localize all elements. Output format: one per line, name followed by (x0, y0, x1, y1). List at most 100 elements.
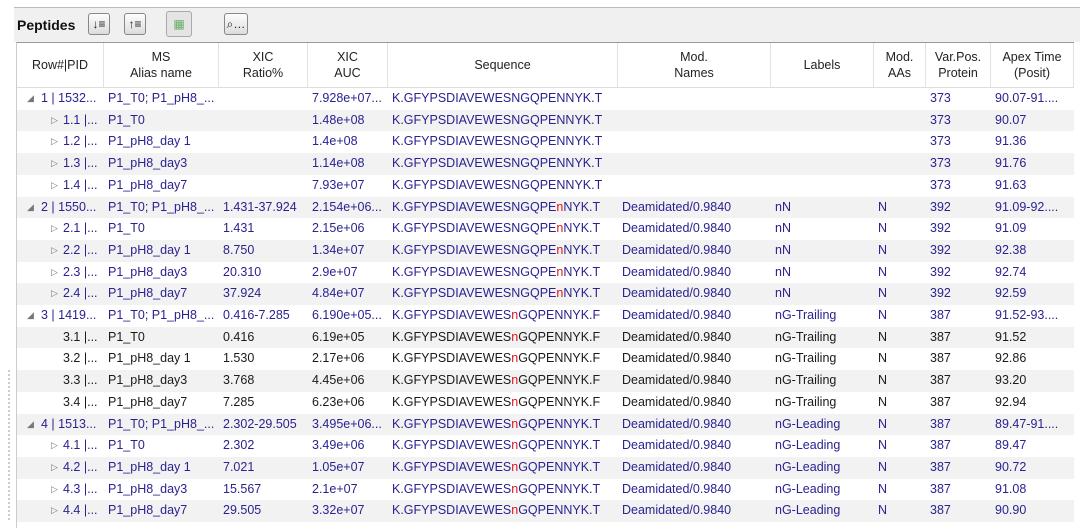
sequence-part: GQPENNYK.T (518, 438, 601, 453)
cell-mod-names: Deamidated/0.9840 (622, 481, 732, 496)
cell-xic-auc: 7.93e+07 (312, 177, 365, 192)
peptide-child-row[interactable]: ▷ 2.4 |... P1_pH8_day7 37.924 4.84e+07 K.GFYP… (17, 283, 1074, 305)
column-header-var-pos-protein[interactable]: Var.Pos. Protein (926, 43, 991, 87)
spreadsheet-icon: ▦ (173, 17, 185, 31)
sequence-part: K.GFYPSDIAVEWESNGQPENNYK.T (392, 91, 603, 105)
cell-xic-auc: 1.34e+07 (312, 242, 365, 257)
cell-row-pid: 3.2 |... (63, 351, 98, 366)
column-header-sequence[interactable]: Sequence (388, 43, 618, 87)
cell-labels: nN (775, 199, 791, 214)
cell-ms-alias-name: P1_pH8_day 1 (108, 134, 191, 149)
cell-xic-auc: 3.495e+06... (312, 416, 382, 431)
expand-arrow-icon[interactable]: ▷ (51, 500, 58, 522)
table-header: Row#|PID MS Alias name XIC Ratio% XIC AUC Se… (17, 43, 1074, 88)
cell-row-pid: 4.4 |... (63, 503, 98, 518)
cell-mod-aas: N (878, 199, 888, 214)
column-header-labels[interactable]: Labels (771, 43, 874, 87)
peptides-table: Row#|PID MS Alias name XIC Ratio% XIC AUC Se… (16, 42, 1074, 528)
cell-row-pid: 3.3 |... (63, 373, 98, 388)
cell-ms-alias-name: P1_pH8_day7 (108, 286, 188, 301)
column-header-ms-alias-name[interactable]: MS Alias name (104, 43, 219, 87)
cell-mod-aas: N (878, 308, 888, 322)
column-header-xic-ratio[interactable]: XIC Ratio% (219, 43, 308, 87)
export-button[interactable]: ▦ (166, 11, 192, 37)
cell-ms-alias-name: P1_pH8_day7 (108, 177, 188, 192)
peptide-child-row[interactable]: ▷ 1.3 |... P1_pH8_day3 1.14e+08 K.GFYPSDIAVE… (17, 153, 1074, 175)
collapse-arrow-icon[interactable]: ◢ (27, 305, 34, 327)
column-header-xic-auc[interactable]: XIC AUC (308, 43, 388, 87)
column-header-row-pid[interactable]: Row#|PID (17, 43, 104, 87)
cell-xic-ratio: 20.310 (223, 264, 262, 279)
peptide-child-row[interactable]: ▷ 2.3 |... P1_pH8_day3 20.310 2.9e+07 K.GFYPS… (17, 262, 1074, 284)
cell-sequence: K.GFYPSDIAVEWESnGQPENNYK.T (392, 435, 600, 457)
expand-arrow-icon[interactable]: ▷ (51, 435, 58, 457)
cell-mod-aas: N (878, 373, 888, 388)
peptide-group-row[interactable]: ◢ 3 | 1419... P1_T0; P1_pH8_... 0.416-7.285… (17, 305, 1074, 327)
peptide-child-row[interactable]: ▷ 1.4 |... P1_pH8_day7 7.93e+07 K.GFYPSDIAVE… (17, 175, 1074, 197)
collapse-arrow-icon[interactable]: ◢ (27, 414, 34, 436)
sequence-part: K.GFYPSDIAVEWES (392, 329, 512, 344)
peptide-child-row[interactable]: 3.1 |... P1_T0 0.416 6.19e+05 K.GFYPSDIAVEWE… (17, 326, 1074, 349)
cell-labels: nN (775, 264, 791, 279)
peptide-child-row[interactable]: ▷ 4.4 |... P1_pH8_day7 29.505 3.32e+07 K.GFYP… (17, 500, 1074, 522)
collapse-all-button[interactable]: ↑≡ (124, 13, 146, 35)
sequence-part: K.GFYPSDIAVEWES (392, 416, 512, 431)
column-header-mod-names[interactable]: Mod. Names (618, 43, 771, 87)
expand-arrow-icon[interactable]: ▷ (51, 110, 58, 132)
expand-arrow-icon[interactable]: ▷ (51, 240, 58, 262)
peptide-group-row[interactable]: ◢ 1 | 1532... P1_T0; P1_pH8_... 7.928e+07..… (17, 88, 1074, 110)
cell-var-pos-protein: 373 (930, 156, 951, 171)
expand-arrow-icon[interactable]: ▷ (51, 479, 58, 501)
cell-sequence: K.GFYPSDIAVEWESNGQPENNYK.T (392, 175, 602, 197)
peptide-child-row[interactable]: 3.3 |... P1_pH8_day3 3.768 4.45e+06 K.GFYPSD… (17, 370, 1074, 392)
sequence-part: GQPENNYK.T (518, 416, 601, 431)
cell-labels: nG-Leading (775, 438, 841, 453)
cell-labels: nG-Leading (775, 416, 841, 431)
peptide-child-row[interactable]: ▷ 4.2 |... P1_pH8_day 1 7.021 1.05e+07 K.GFYP… (17, 456, 1074, 479)
expand-arrow-icon[interactable]: ▷ (51, 283, 58, 305)
cell-mod-names: Deamidated/0.9840 (622, 503, 732, 518)
peptide-child-row[interactable]: 3.4 |... P1_pH8_day7 7.285 6.23e+06 K.GFYPSD… (17, 392, 1074, 414)
splitter-handle[interactable] (8, 370, 12, 520)
cell-sequence: K.GFYPSDIAVEWESNGQPEnNYK.T (392, 240, 600, 262)
expand-all-button[interactable]: ↓≡ (88, 13, 110, 35)
expand-arrow-icon[interactable]: ▷ (51, 153, 58, 175)
cell-mod-aas: N (878, 351, 888, 366)
peptide-group-row[interactable]: ◢ 4 | 1513... P1_T0; P1_pH8_... 2.302-29.50… (17, 413, 1074, 436)
peptide-group-row[interactable]: ◢ 2 | 1550... P1_T0; P1_pH8_... 1.431-37.92… (17, 196, 1074, 219)
cell-sequence: K.GFYPSDIAVEWESNGQPEnNYK.T (392, 197, 600, 219)
peptide-child-row[interactable]: ▷ 2.2 |... P1_pH8_day 1 8.750 1.34e+07 K.GFYP… (17, 239, 1074, 262)
cell-var-pos-protein: 373 (930, 177, 951, 192)
cell-mod-aas: N (878, 221, 888, 236)
sequence-part: K.GFYPSDIAVEWESNGQPENNYK.T (392, 177, 603, 192)
find-button[interactable]: ⌕… (224, 13, 248, 35)
cell-xic-auc: 1.4e+08 (312, 134, 358, 149)
expand-arrow-icon[interactable]: ▷ (51, 262, 58, 284)
cell-xic-auc: 2.17e+06 (312, 351, 365, 366)
peptides-toolbar: Peptides ↓≡ ↑≡ ▦ ⌕… (14, 8, 1080, 42)
peptide-child-row[interactable]: ▷ 4.3 |... P1_pH8_day3 15.567 2.1e+07 K.GFYPS… (17, 479, 1074, 501)
cell-labels: nG-Leading (775, 459, 841, 474)
column-header-apex-time[interactable]: Apex Time (Posit) (991, 43, 1074, 87)
peptide-child-row[interactable]: 3.2 |... P1_pH8_day 1 1.530 2.17e+06 K.GFYPS… (17, 348, 1074, 370)
cell-sequence: K.GFYPSDIAVEWESNGQPEnNYK.T (392, 262, 600, 284)
cell-xic-ratio: 2.302 (223, 438, 255, 453)
cell-ms-alias-name: P1_pH8_day 1 (108, 351, 191, 366)
expand-arrow-icon[interactable]: ▷ (51, 175, 58, 197)
cell-apex-time: 92.94 (995, 394, 1027, 409)
cell-sequence: K.GFYPSDIAVEWESnGQPENNYK.T (392, 479, 600, 501)
expand-arrow-icon[interactable]: ▷ (51, 218, 58, 240)
peptide-child-row[interactable]: ▷ 1.2 |... P1_pH8_day 1 1.4e+08 K.GFYPSDIAVE… (17, 131, 1074, 153)
peptide-child-row[interactable]: ▷ 4.1 |... P1_T0 2.302 3.49e+06 K.GFYPSDIAVEW… (17, 435, 1074, 457)
expand-arrow-icon[interactable]: ▷ (51, 457, 58, 479)
column-header-mod-aas[interactable]: Mod. AAs (874, 43, 926, 87)
peptide-child-row[interactable]: ▷ 2.1 |... P1_T0 1.431 2.15e+06 K.GFYPSDIAVEW… (17, 218, 1074, 240)
cell-xic-auc: 4.45e+06 (312, 373, 365, 388)
collapse-arrow-icon[interactable]: ◢ (27, 197, 34, 219)
peptide-child-row[interactable]: ▷ 1.1 |... P1_T0 1.48e+08 K.GFYPSDIAVEWESNGQ… (17, 109, 1074, 132)
cell-labels: nN (775, 242, 791, 257)
cell-apex-time: 91.09-92.... (995, 199, 1059, 214)
expand-arrow-icon[interactable]: ▷ (51, 131, 58, 153)
cell-labels: nN (775, 286, 791, 301)
collapse-arrow-icon[interactable]: ◢ (27, 88, 34, 110)
